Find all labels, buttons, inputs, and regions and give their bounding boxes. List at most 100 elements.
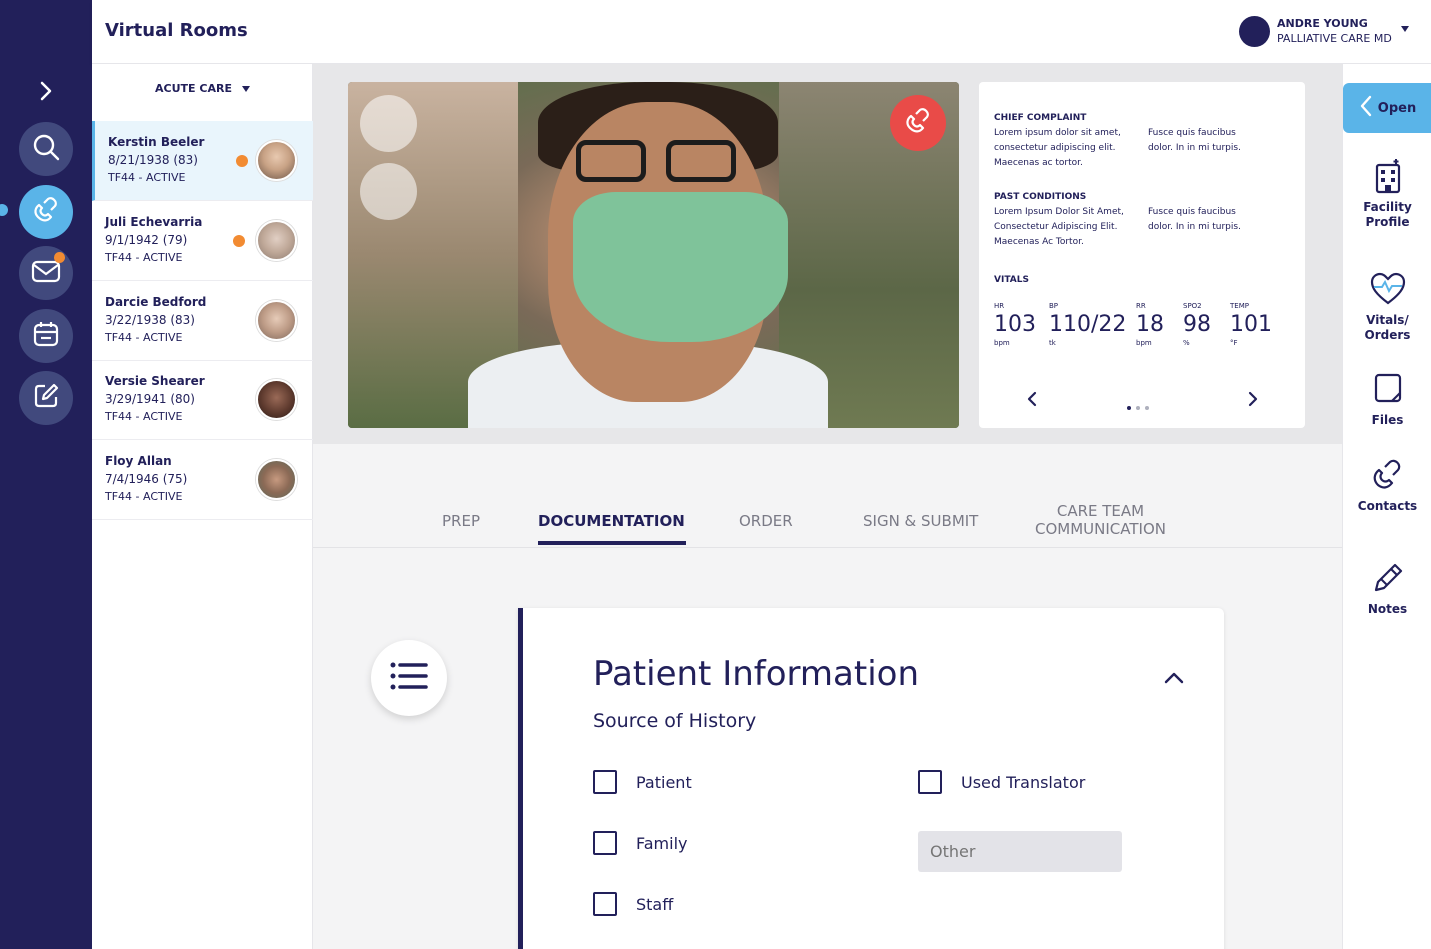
alert-dot [236,155,248,167]
tab-order[interactable]: ORDER [739,512,793,530]
page-indicator [1127,395,1154,414]
vital-unit: tk [1049,339,1056,347]
sidebar-label: Notes [1367,602,1408,616]
vital-hr: HR 103 bpm [994,302,1036,347]
nav-tasks-button[interactable] [19,371,73,425]
care-filter-label: ACUTE CARE [155,82,232,95]
vital-temp: TEMP 101 °F [1230,302,1272,347]
nav-messages-button[interactable] [19,246,73,300]
patient-summary-card: CHIEF COMPLAINT Lorem ipsum dolor sit am… [979,82,1305,428]
patient-row[interactable]: Kerstin Beeler 8/21/1938 (83) TF44 - ACT… [92,121,313,201]
app-header: Virtual Rooms ANDRE YOUNG PALLIATIVE CAR… [92,0,1431,64]
patient-dob: 3/22/1938 (83) [105,313,195,327]
patient-avatar [256,300,297,341]
user-name[interactable]: ANDRE YOUNG [1277,17,1368,30]
tab-care-team-communication[interactable]: CARE TEAM COMMUNICATION [1035,502,1166,538]
patient-row[interactable]: Juli Echevarria 9/1/1942 (79) TF44 - ACT… [92,201,313,281]
sidebar-label-line: Profile [1365,215,1410,229]
source-family-checkbox[interactable]: Family [593,831,687,855]
checkbox-label: Patient [636,772,692,792]
next-page-chevron-icon[interactable] [1243,390,1261,408]
page-dot[interactable] [1127,406,1131,410]
building-icon [1368,156,1408,196]
patient-dob: 8/21/1938 (83) [108,153,198,167]
previous-page-chevron-icon[interactable] [1024,390,1042,408]
checkbox[interactable] [593,770,617,794]
nav-call-button[interactable] [19,185,73,239]
video-mask [573,192,788,342]
source-staff-checkbox[interactable]: Staff [593,892,673,916]
patient-avatar [256,459,297,500]
nav-calendar-button[interactable] [19,309,73,363]
sidebar-label: Files [1371,413,1404,427]
checkbox[interactable] [593,831,617,855]
patient-status: TF44 - ACTIVE [105,251,183,264]
section-menu-button[interactable] [371,640,447,716]
sidebar-label: Vitals/ Orders [1343,313,1431,343]
patient-name: Floy Allan [105,454,172,468]
open-label: Open [1377,100,1417,116]
checkbox[interactable] [918,770,942,794]
other-source-input[interactable] [918,831,1122,872]
video-glasses [576,140,646,182]
user-role: PALLIATIVE CARE MD [1277,32,1392,45]
checkbox[interactable] [593,892,617,916]
patient-name: Juli Echevarria [105,215,203,229]
patient-status: TF44 - ACTIVE [105,490,183,503]
vital-value: 98 [1183,312,1211,337]
source-patient-checkbox[interactable]: Patient [593,770,692,794]
patient-status: TF44 - ACTIVE [105,331,183,344]
patient-avatar [256,379,297,420]
heart-pulse-icon [1368,269,1408,309]
video-control-button[interactable] [360,95,417,152]
phone-icon [1368,455,1408,495]
video-control-button[interactable] [360,163,417,220]
notes-button[interactable]: Notes [1343,558,1431,617]
used-translator-checkbox[interactable]: Used Translator [918,770,1085,794]
page-dot[interactable] [1145,406,1149,410]
nav-search-button[interactable] [19,122,73,176]
facility-profile-button[interactable]: Facility Profile [1343,156,1431,230]
patient-row[interactable]: Darcie Bedford 3/22/1938 (83) TF44 - ACT… [92,281,313,361]
phone-icon [903,106,933,140]
patient-dob: 7/4/1946 (75) [105,472,188,486]
patient-avatar [256,140,297,181]
patient-row[interactable]: Floy Allan 7/4/1946 (75) TF44 - ACTIVE [92,440,313,520]
tab-documentation[interactable]: DOCUMENTATION [538,512,685,530]
video-glasses [666,140,736,182]
edit-icon [31,381,61,415]
patient-status: TF44 - ACTIVE [108,171,186,184]
user-menu-caret-icon[interactable] [1401,26,1409,32]
open-panel-button[interactable]: Open [1343,83,1431,133]
patient-row[interactable]: Versie Shearer 3/29/1941 (80) TF44 - ACT… [92,360,313,440]
vital-label: SPO2 [1183,302,1202,310]
section-title: Patient Information [593,654,920,694]
user-avatar[interactable] [1239,16,1270,47]
vital-bp: BP 110/22 tk [1049,302,1126,347]
patient-status: TF44 - ACTIVE [105,410,183,423]
contacts-button[interactable]: Contacts [1343,455,1431,514]
tab-prep[interactable]: PREP [442,512,480,530]
patient-dob: 3/29/1941 (80) [105,392,195,406]
vital-value: 18 [1136,312,1164,337]
care-filter-dropdown[interactable]: ACUTE CARE [92,82,313,95]
chevron-up-icon[interactable] [1163,670,1185,684]
expand-chevron-icon[interactable] [33,78,59,104]
vital-label: RR [1136,302,1146,310]
patient-information-card: Patient Information Source of History Pa… [518,608,1224,949]
vital-label: BP [1049,302,1059,310]
patient-dob: 9/1/1942 (79) [105,233,188,247]
checkbox-label: Staff [636,894,674,914]
tab-sign-submit[interactable]: SIGN & SUBMIT [863,512,978,530]
active-nav-indicator [0,204,8,216]
vital-value: 103 [994,312,1036,337]
page-dot[interactable] [1136,406,1140,410]
vital-value: 110/22 [1049,312,1127,337]
end-call-button[interactable] [890,95,946,151]
sidebar-label-line: Facility [1363,200,1412,214]
files-button[interactable]: Files [1343,369,1431,428]
checkbox-label: Family [636,833,688,853]
vitals-orders-button[interactable]: Vitals/ Orders [1343,269,1431,343]
section-subtitle: Source of History [593,710,757,732]
file-icon [1368,369,1408,409]
